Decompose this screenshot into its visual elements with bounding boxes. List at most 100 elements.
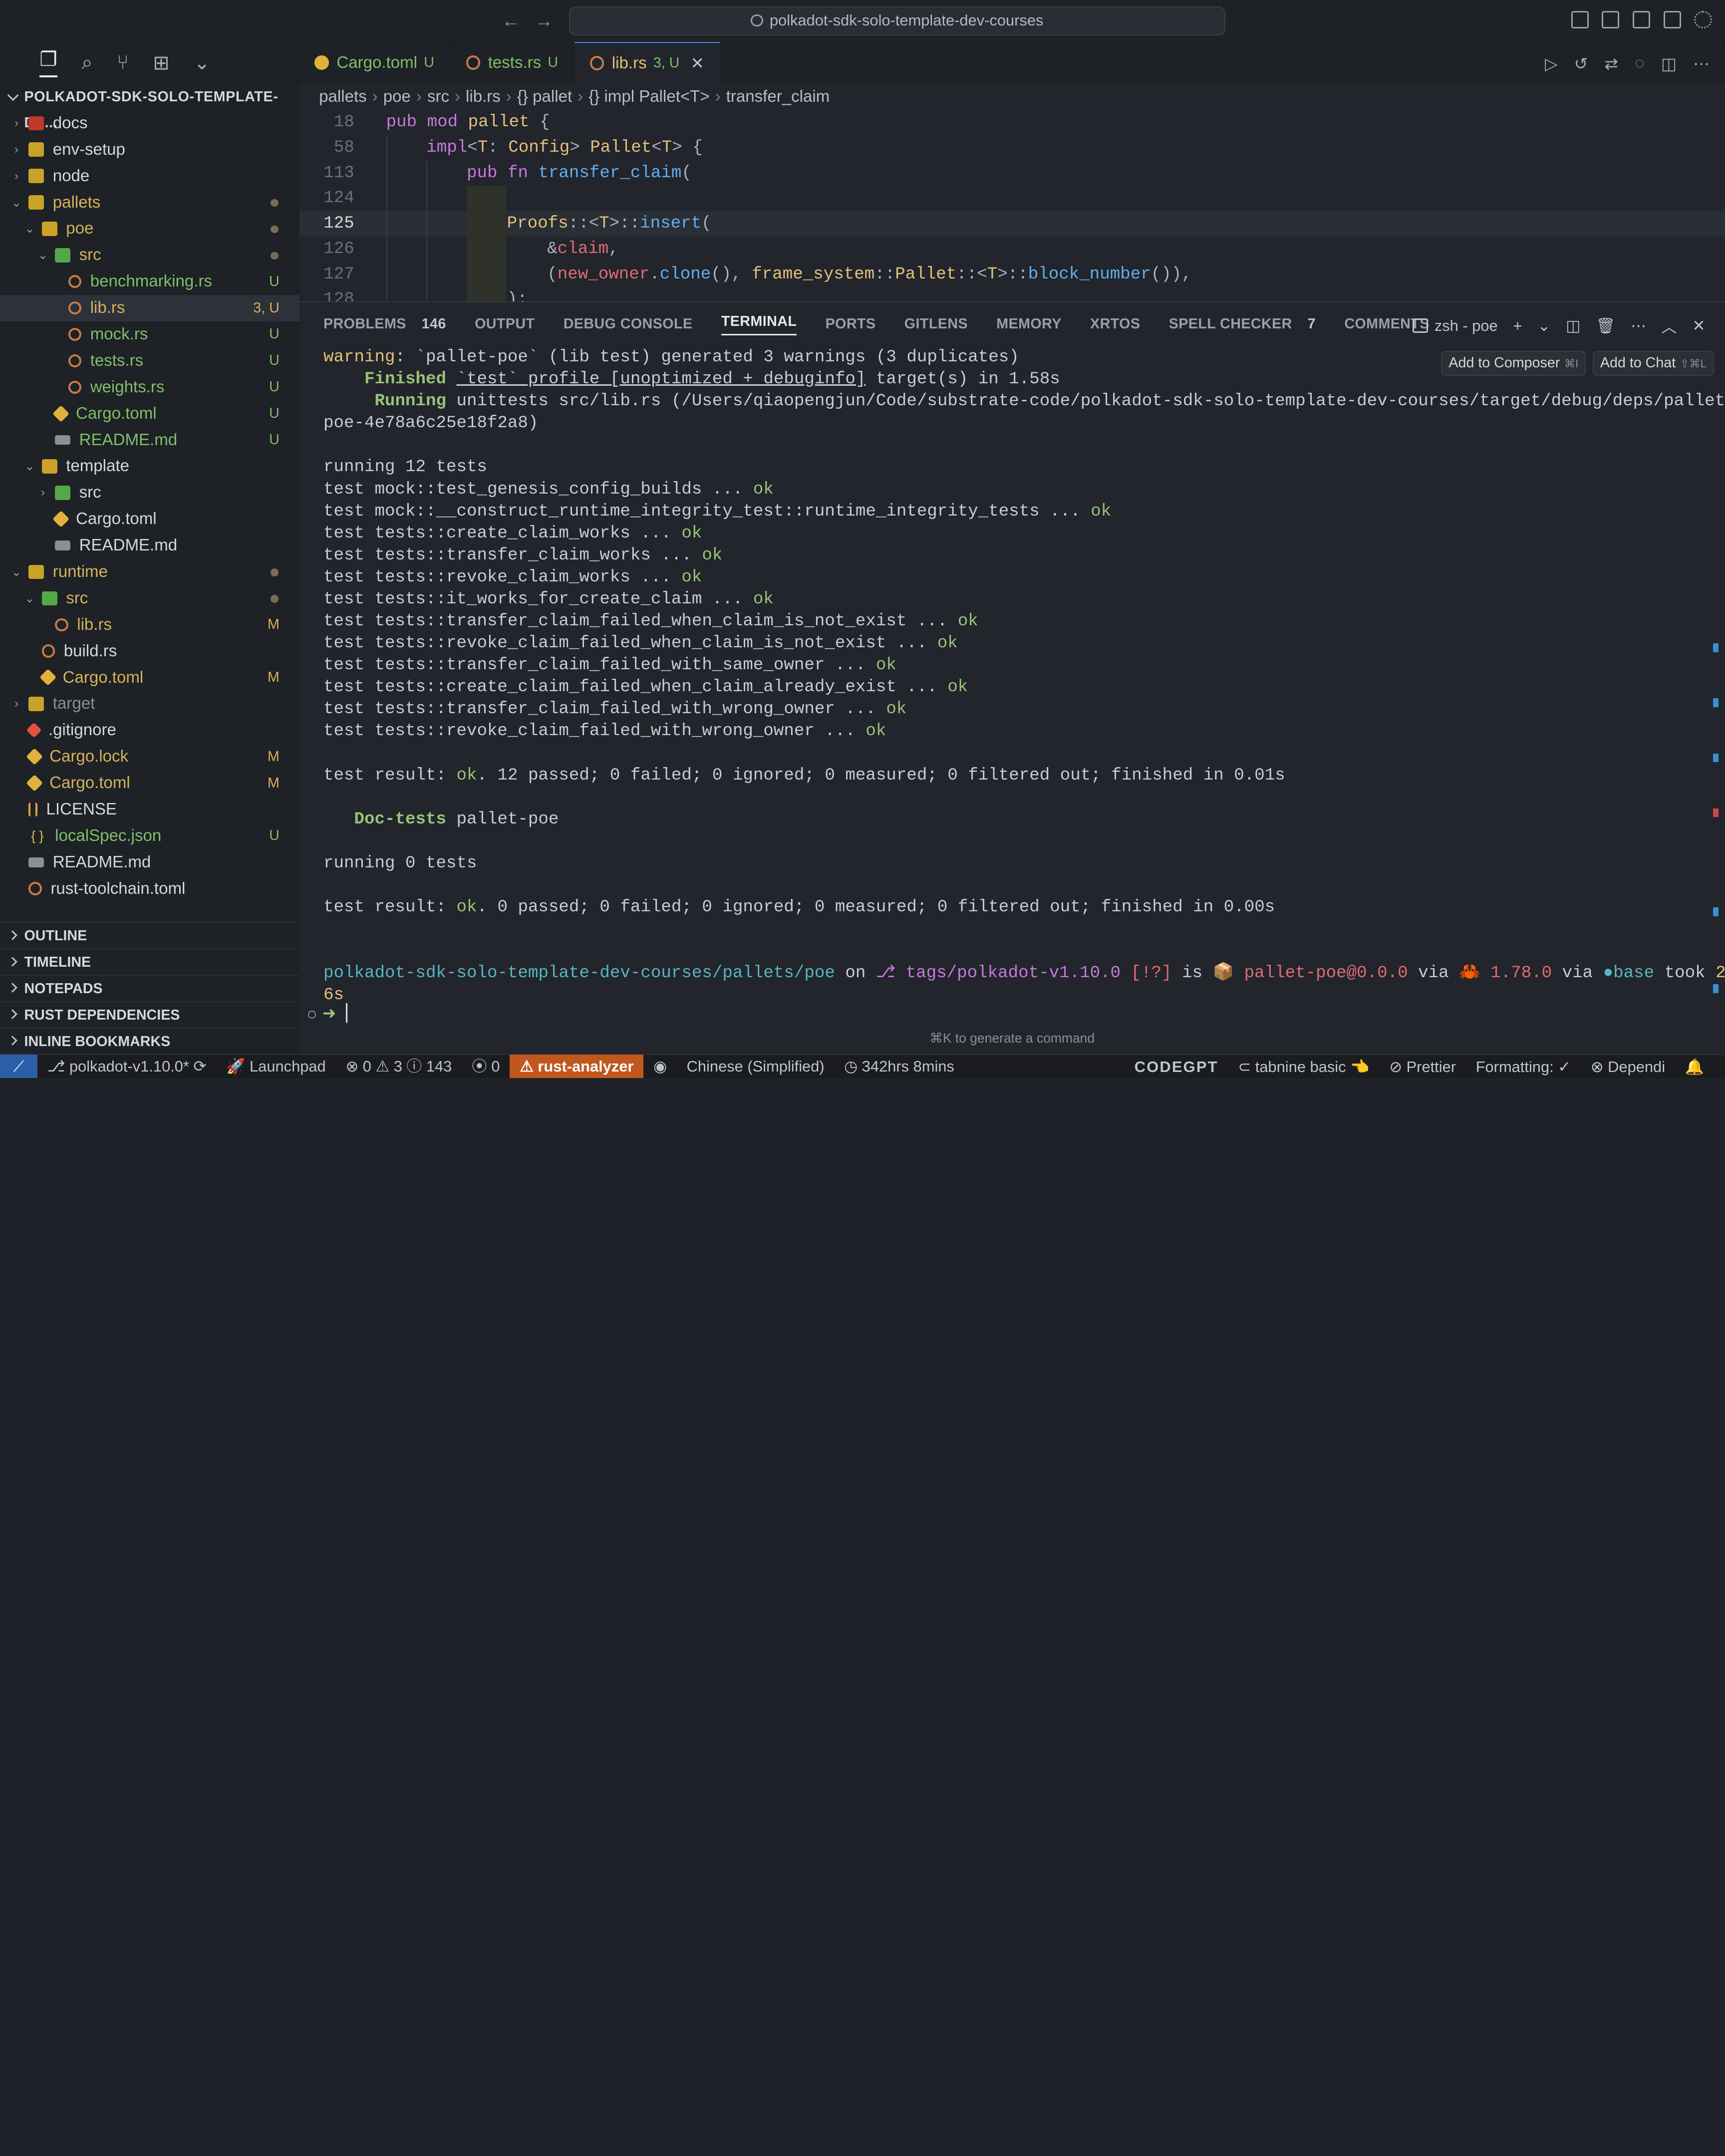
tree-item[interactable]: { } localSpec.json U (0, 822, 299, 849)
tree-item[interactable]: › env-setup (0, 136, 299, 163)
command-search[interactable]: polkadot-sdk-solo-template-dev-courses (569, 6, 1226, 35)
terminal-dropdown-icon[interactable]: ⌄ (1537, 317, 1550, 335)
tree-item[interactable]: › target (0, 691, 299, 717)
panel-tab-spell-checker[interactable]: SPELL CHECKER 7 (1169, 316, 1316, 332)
tree-item[interactable]: Cargo.toml U (0, 400, 299, 427)
panel-tab-problems[interactable]: PROBLEMS 146 (323, 316, 446, 332)
tree-item[interactable]: build.rs (0, 638, 299, 664)
panel-tab-memory[interactable]: MEMORY (996, 316, 1061, 332)
tree-item[interactable]: README.md (0, 849, 299, 875)
terminal-output[interactable]: warning: `pallet-poe` (lib test) generat… (323, 346, 1725, 1006)
ports-status[interactable]: ⦿ 0 (462, 1055, 510, 1078)
explorer-root-folder[interactable]: POLKADOT-SDK-SOLO-TEMPLATE-DE... (0, 84, 299, 131)
breadcrumb-item[interactable]: lib.rs (466, 87, 501, 106)
terminal-selector[interactable]: zsh - poe (1412, 317, 1498, 335)
tree-item[interactable]: Cargo.toml M (0, 664, 299, 691)
tree-item[interactable]: ⌄ pallets (0, 189, 299, 216)
launchpad-status[interactable]: 🚀 Launchpad (216, 1055, 335, 1078)
more-views-chevron-icon[interactable]: ⌄ (194, 51, 210, 74)
tree-item[interactable]: Cargo.lock M (0, 744, 299, 770)
tree-item[interactable]: Cargo.toml (0, 506, 299, 533)
more-icon[interactable]: ⋯ (1631, 317, 1646, 335)
tree-item[interactable]: ⌄ src (0, 242, 299, 269)
scrollbar-markers[interactable] (1712, 302, 1719, 1055)
code-editor[interactable]: pallets › poe › src › lib.rs › {} pallet › {} impl… (299, 83, 1725, 312)
extensions-icon[interactable]: ⊞ (153, 51, 169, 74)
close-panel-icon[interactable]: ✕ (1692, 317, 1705, 335)
wakatime-status[interactable]: ◷ 342hrs 8mins (834, 1055, 964, 1078)
toggle-secondary-sidebar-icon[interactable] (1632, 11, 1651, 29)
source-control-icon[interactable]: ⑂ (117, 51, 129, 74)
panel-tab-debug-console[interactable]: DEBUG CONSOLE (564, 316, 693, 332)
formatting-status[interactable]: Formatting: ✓ (1466, 1055, 1581, 1078)
tree-item[interactable]: ⌄ poe (0, 216, 299, 242)
breadcrumb-item[interactable]: pallets (319, 87, 367, 106)
prettier-status[interactable]: ⊘ Prettier (1379, 1055, 1466, 1078)
tree-item[interactable]: mock.rs U (0, 321, 299, 348)
panel-tab-ports[interactable]: PORTS (826, 316, 876, 332)
tab-lib-rs[interactable]: lib.rs 3, U ✕ (574, 41, 721, 84)
toggle-panel-icon[interactable] (1602, 11, 1620, 29)
maximize-panel-icon[interactable]: ︿ (1662, 314, 1677, 337)
branch-status[interactable]: ⎇ polkadot-v1.10.0* ⟳ (37, 1055, 216, 1078)
tree-item[interactable]: › node (0, 163, 299, 189)
tree-item[interactable]: rust-toolchain.toml (0, 875, 299, 902)
section-timeline[interactable]: TIMELINE (0, 948, 299, 975)
panel-tab-gitlens[interactable]: GITLENS (904, 316, 968, 332)
tab-tests-rs[interactable]: tests.rs U (451, 41, 575, 84)
breadcrumb-item[interactable]: poe (383, 87, 411, 106)
eye-icon[interactable]: ◉ (643, 1055, 677, 1078)
more-actions-icon[interactable]: ⋯ (1693, 54, 1710, 74)
hide-icon[interactable]: ◌ (1635, 54, 1645, 74)
tree-item[interactable]: LICENSE (0, 797, 299, 823)
section-rust-dependencies[interactable]: RUST DEPENDENCIES (0, 1001, 299, 1028)
tabnine-status[interactable]: ⊂ tabnine basic 👈 (1228, 1055, 1380, 1078)
tree-item[interactable]: Cargo.toml M (0, 770, 299, 797)
dependi-status[interactable]: ⊗ Dependi (1581, 1055, 1675, 1078)
language-status[interactable]: Chinese (Simplified) (677, 1055, 835, 1078)
tab-cargo-toml[interactable]: Cargo.toml U (299, 41, 451, 84)
tree-item[interactable]: tests.rs U (0, 347, 299, 374)
search-view-icon[interactable]: ⌕ (81, 51, 92, 74)
tree-item[interactable]: weights.rs U (0, 374, 299, 400)
customize-layout-icon[interactable] (1663, 11, 1681, 29)
tree-item[interactable]: lib.rs M (0, 611, 299, 638)
tree-item[interactable]: README.md (0, 533, 299, 559)
compare-icon[interactable]: ⇄ (1604, 54, 1618, 74)
tree-item[interactable]: ⌄ runtime (0, 559, 299, 585)
section-outline[interactable]: OUTLINE (0, 922, 299, 948)
gear-icon[interactable] (1694, 11, 1712, 29)
tree-item[interactable]: README.md U (0, 427, 299, 453)
new-terminal-icon[interactable]: + (1513, 317, 1522, 335)
terminal-prompt[interactable]: ➜ ▏ (308, 1003, 359, 1024)
close-icon[interactable]: ✕ (690, 53, 704, 73)
breadcrumb-item[interactable]: src (427, 87, 449, 106)
section-inline-bookmarks[interactable]: INLINE BOOKMARKS (0, 1027, 299, 1054)
tree-item[interactable]: ⌄ template (0, 453, 299, 480)
tree-item[interactable]: benchmarking.rs U (0, 269, 299, 295)
split-terminal-icon[interactable]: ◫ (1566, 317, 1580, 335)
tree-item[interactable]: lib.rs 3, U (0, 294, 299, 321)
trash-icon[interactable]: 🗑 (1596, 316, 1615, 335)
tree-item[interactable]: ⌄ src (0, 585, 299, 611)
explorer-icon[interactable]: ❐ (39, 48, 57, 78)
remote-indicator[interactable]: ⟋ (0, 1054, 37, 1078)
section-notepads[interactable]: NOTEPADS (0, 974, 299, 1001)
panel-tab-terminal[interactable]: TERMINAL (721, 313, 797, 336)
panel-tab-xrtos[interactable]: XRTOS (1090, 316, 1140, 332)
split-editor-icon[interactable]: ◫ (1661, 54, 1677, 74)
breadcrumb-item[interactable]: transfer_claim (726, 87, 830, 106)
back-arrow-icon[interactable]: ← (502, 10, 520, 31)
bell-icon[interactable]: 🔔 (1675, 1055, 1714, 1078)
tree-item[interactable]: › src (0, 480, 299, 506)
forward-arrow-icon[interactable]: → (535, 10, 553, 31)
breadcrumb-item[interactable]: {} impl Pallet<T> (588, 87, 709, 106)
codegpt-status[interactable]: CODEGPT (1125, 1055, 1228, 1078)
panel-tab-output[interactable]: OUTPUT (475, 316, 535, 332)
breadcrumb-item[interactable]: {} pallet (517, 87, 572, 106)
tree-item[interactable]: .gitignore (0, 717, 299, 744)
history-icon[interactable]: ↺ (1574, 54, 1588, 74)
run-icon[interactable]: ▷ (1545, 54, 1557, 74)
tree-item[interactable]: › docs (0, 110, 299, 136)
toggle-sidebar-icon[interactable] (1571, 11, 1589, 29)
